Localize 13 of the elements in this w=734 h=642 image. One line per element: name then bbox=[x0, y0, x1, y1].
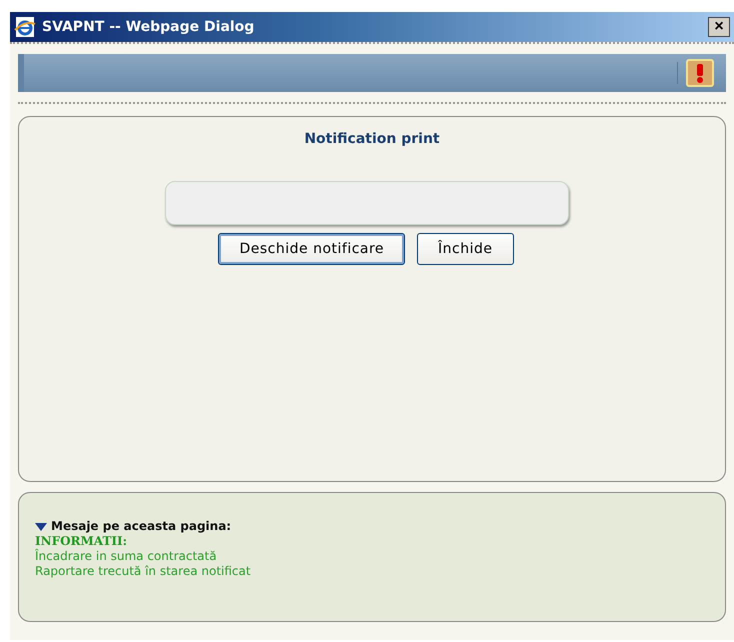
messages-heading: Mesaje pe aceasta pagina: bbox=[51, 519, 232, 534]
window-title: SVAPNT -- Webpage Dialog bbox=[42, 19, 256, 35]
message-text: Raportare trecută în starea notificat bbox=[35, 564, 252, 579]
action-button[interactable]: Deschide notificare bbox=[218, 233, 406, 265]
triangle-down-icon[interactable] bbox=[35, 522, 47, 530]
action-button[interactable]: Închide bbox=[417, 233, 514, 265]
warning-icon[interactable] bbox=[686, 59, 714, 87]
close-button[interactable]: × bbox=[708, 17, 730, 37]
browser-logo-icon bbox=[14, 16, 36, 38]
panel-heading: Notification print bbox=[304, 131, 440, 147]
input-field[interactable] bbox=[165, 181, 569, 225]
message-category: INFORMATII: bbox=[35, 534, 128, 548]
message-text: Încadrare in suma contractată bbox=[35, 549, 218, 564]
